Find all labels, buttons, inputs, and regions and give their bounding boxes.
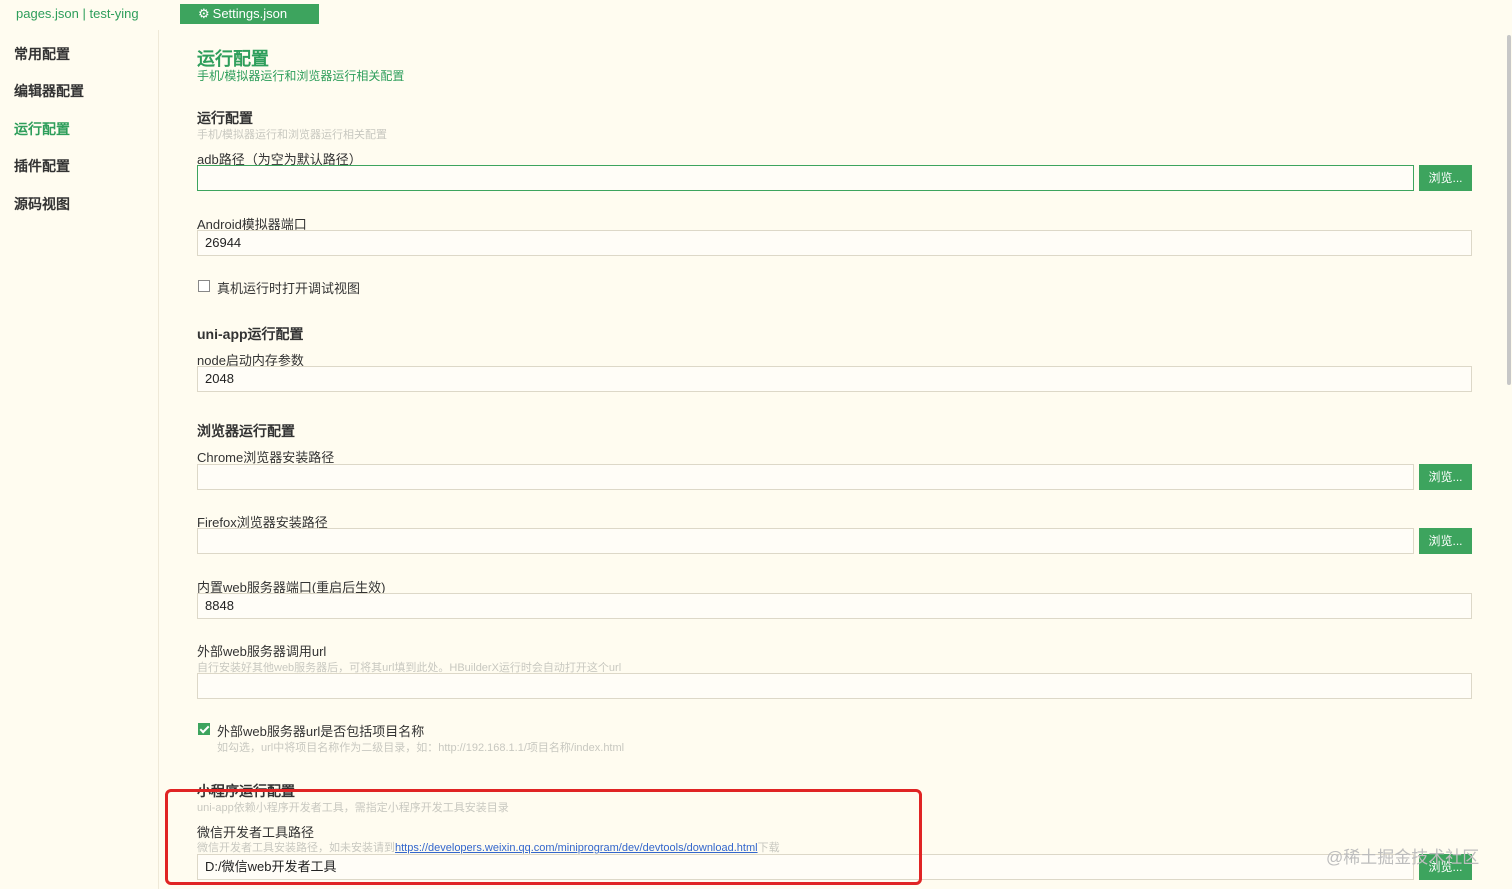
firefox-browse-button[interactable]: 浏览... [1419, 528, 1472, 554]
debug-view-checkbox[interactable] [198, 280, 210, 292]
watermark: @稀土掘金技术社区 [1326, 848, 1480, 867]
browser-section-heading: 浏览器运行配置 [197, 423, 295, 439]
firefox-path-input[interactable] [197, 528, 1414, 554]
chrome-path-input[interactable] [197, 464, 1414, 490]
adb-path-input[interactable] [197, 165, 1414, 191]
include-project-name-desc: 如勾选，url中将项目名称作为二级目录，如：http://192.168.1.1… [217, 742, 625, 754]
highlight-box [165, 789, 922, 885]
scrollbar-thumb[interactable] [1507, 35, 1511, 385]
external-url-label: 外部web服务器调用url [197, 644, 327, 659]
node-memory-input[interactable]: 2048 [197, 366, 1472, 392]
uniapp-section-heading: uni-app运行配置 [197, 326, 304, 342]
include-project-name-checkbox[interactable] [198, 723, 210, 735]
android-port-input[interactable]: 26944 [197, 230, 1472, 256]
debug-view-label: 真机运行时打开调试视图 [217, 281, 361, 296]
run-section-desc: 手机/模拟器运行和浏览器运行相关配置 [197, 129, 388, 141]
web-port-input[interactable]: 8848 [197, 593, 1472, 619]
external-url-input[interactable] [197, 673, 1472, 699]
chrome-browse-button[interactable]: 浏览... [1419, 464, 1472, 490]
include-project-name-label: 外部web服务器url是否包括项目名称 [217, 724, 425, 739]
run-section-heading: 运行配置 [197, 110, 253, 126]
page-subtitle: 手机/模拟器运行和浏览器运行相关配置 [197, 69, 405, 83]
settings-content: 运行配置 手机/模拟器运行和浏览器运行相关配置 运行配置 手机/模拟器运行和浏览… [0, 0, 1512, 889]
adb-browse-button[interactable]: 浏览... [1419, 165, 1472, 191]
